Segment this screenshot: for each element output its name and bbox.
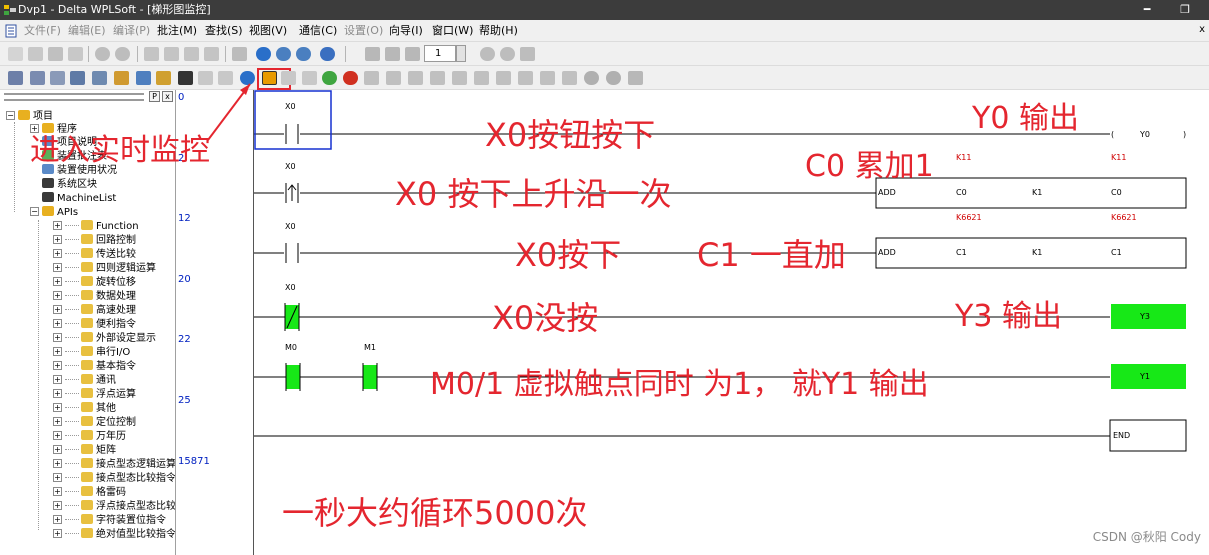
annotation-c0-accumulate: C0 累加1: [805, 149, 934, 184]
annotation-y3-output: Y3 输出: [955, 299, 1062, 334]
annotation-x0-pressed: X0按钮按下: [485, 116, 656, 154]
watermark: CSDN @秋阳 Cody: [1092, 530, 1201, 544]
annotation-m0-m1: M0/1 虚拟触点同时 为1， 就Y1 输出: [430, 367, 929, 402]
annotation-y0-output: Y0 输出: [972, 101, 1079, 136]
annotation-x0-pressed-2: X0按下: [515, 236, 622, 274]
annotation-enter-monitor: 进入实时监控: [30, 133, 210, 168]
annotation-arrow: [207, 83, 251, 141]
annotation-x0-rising-edge: X0 按下上升沿一次: [395, 175, 672, 213]
annotation-c1-increment: C1 一直加: [697, 236, 846, 274]
annotation-x0-not-pressed: X0没按: [492, 299, 599, 337]
annotation-scan-rate: 一秒大约循环5000次: [282, 494, 588, 532]
